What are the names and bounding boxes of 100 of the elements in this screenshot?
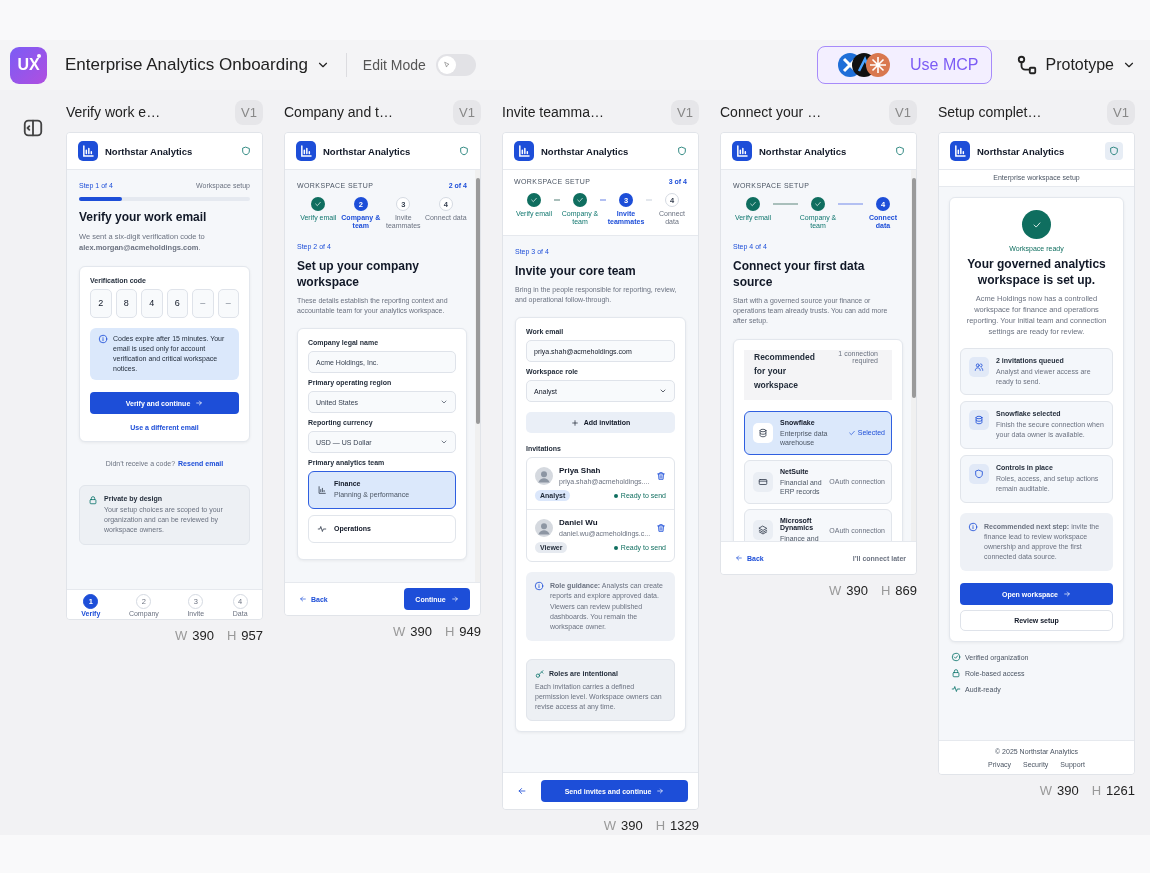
frame-title: Connect your …: [720, 104, 822, 120]
shield-icon: [459, 146, 469, 156]
key-icon: [535, 668, 545, 679]
version-badge: V1: [453, 99, 481, 125]
width-label: W: [392, 624, 406, 639]
brand-name: Northstar Analytics: [323, 145, 412, 157]
trash-icon: [656, 522, 666, 533]
chart-icon: [317, 485, 327, 495]
height-label: H: [1091, 783, 1102, 798]
card-title: Recommended for your workspace: [754, 350, 816, 392]
plus-icon: [570, 418, 579, 427]
avatar-icon: [535, 518, 553, 537]
delete-button[interactable]: [656, 470, 666, 481]
shield-icon: [677, 146, 687, 156]
width-value: 390: [1057, 783, 1079, 798]
check-icon: [1031, 219, 1042, 230]
height-value: 869: [895, 583, 917, 598]
brand-logo: [514, 141, 534, 161]
info-icon: [968, 521, 978, 532]
height-label: H: [444, 624, 455, 639]
brand-logo: [78, 141, 98, 161]
code-digit-field[interactable]: 4: [141, 288, 163, 318]
pulse-icon: [317, 523, 327, 534]
arrow-right-icon: [656, 787, 665, 795]
users-icon: [974, 361, 984, 372]
layers-icon: [758, 525, 768, 535]
status-dot-icon: [613, 493, 618, 498]
sidebar-toggle[interactable]: [22, 117, 44, 139]
invitee-name: Daniel Wu: [559, 518, 599, 528]
frame-title: Setup complet…: [938, 104, 1042, 120]
invitee-name: Priya Shah: [559, 466, 602, 476]
code-digit-field[interactable]: 6: [166, 288, 188, 318]
brand-name: Northstar Analytics: [105, 145, 194, 157]
scrollbar[interactable]: [475, 170, 480, 582]
app-logo: UX: [10, 46, 47, 84]
code-digit-field[interactable]: 2: [90, 288, 112, 318]
height-label: H: [655, 818, 666, 833]
brand-name: Northstar Analytics: [977, 145, 1066, 157]
frame-title: Invite teamma…: [502, 104, 604, 120]
avatar-icon: [535, 466, 553, 485]
shield-icon: [974, 469, 984, 480]
version-badge: V1: [235, 99, 263, 125]
width-value: 390: [846, 583, 868, 598]
width-value: 390: [192, 628, 214, 643]
cursor-icon: [442, 61, 451, 69]
card-icon: [758, 476, 768, 487]
pulse-icon: [951, 684, 961, 695]
edit-mode-label: Edit Mode: [362, 57, 426, 73]
height-value: 1329: [670, 818, 699, 833]
width-value: 390: [410, 624, 432, 639]
delete-button[interactable]: [656, 522, 666, 533]
arrow-left-icon: [735, 554, 743, 562]
brand-logo: [732, 141, 752, 161]
scrollbar[interactable]: [911, 170, 916, 541]
height-value: 957: [241, 628, 263, 643]
arrow-right-icon: [450, 595, 459, 603]
frame-title: Company and t…: [284, 104, 393, 120]
frame-title: Verify work e…: [66, 104, 161, 120]
width-label: W: [828, 583, 842, 598]
status-dot-icon: [613, 545, 618, 550]
height-label: H: [880, 583, 891, 598]
brand-name: Northstar Analytics: [541, 145, 630, 157]
code-digit-field[interactable]: –: [217, 288, 239, 318]
database-icon: [974, 415, 984, 426]
lock-icon: [951, 668, 961, 679]
arrow-left-icon: [299, 595, 307, 603]
brand-logo: [950, 141, 970, 161]
info-icon: [98, 333, 108, 344]
prototype-menu[interactable]: Prototype: [1015, 54, 1136, 76]
width-label: W: [174, 628, 188, 643]
brand-name: Northstar Analytics: [759, 145, 848, 157]
height-value: 949: [459, 624, 481, 639]
screen-title: Verify your work email: [79, 209, 208, 226]
screen-title: Set up your company workspace: [297, 257, 421, 291]
height-label: H: [226, 628, 237, 643]
arrow-right-icon: [1063, 590, 1071, 599]
trash-icon: [656, 470, 666, 481]
project-menu[interactable]: Enterprise Analytics Onboarding: [65, 55, 330, 75]
arrow-left-icon: [517, 786, 527, 796]
screen-title: Your governed analytics workspace is set up.: [966, 256, 1107, 289]
code-digit-field[interactable]: 8: [115, 288, 137, 318]
version-badge: V1: [889, 99, 917, 125]
edit-mode-toggle[interactable]: [435, 54, 476, 76]
height-value: 1261: [1106, 783, 1135, 798]
flow-icon: [1015, 54, 1038, 76]
shield-icon: [895, 146, 905, 156]
use-mcp-button[interactable]: Use MCP: [817, 46, 992, 84]
screen-title: Connect your first data source: [733, 257, 866, 291]
info-icon: [534, 581, 544, 592]
version-badge: V1: [1107, 99, 1135, 125]
code-digit-field[interactable]: –: [192, 288, 214, 318]
sidebar-icon: [22, 117, 44, 139]
screen-title: Invite your core team: [515, 262, 637, 279]
width-value: 390: [621, 818, 643, 833]
width-label: W: [1039, 783, 1052, 798]
arrow-right-icon: [195, 399, 204, 408]
database-icon: [758, 427, 768, 438]
back-button[interactable]: [517, 786, 527, 796]
check-circle-icon: [951, 652, 961, 663]
lock-icon: [88, 495, 98, 506]
